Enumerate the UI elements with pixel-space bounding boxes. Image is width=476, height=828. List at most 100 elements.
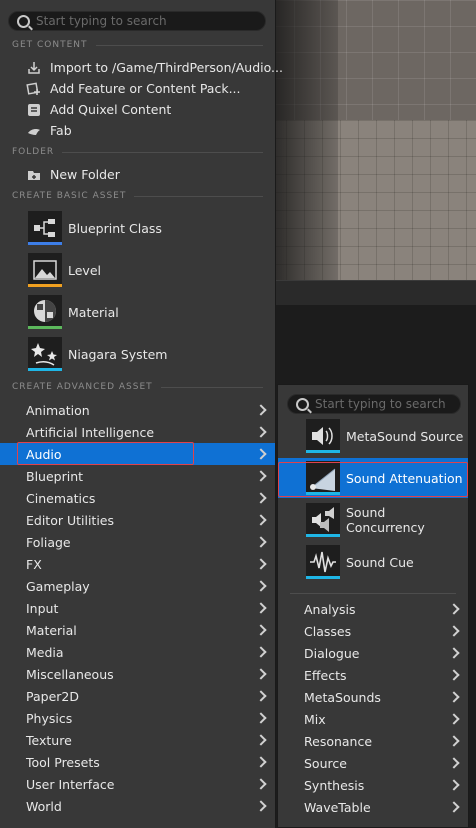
category-label: Analysis [304, 601, 356, 617]
category-tool-presets[interactable]: Tool Presets [0, 751, 275, 773]
search-input[interactable] [36, 14, 246, 28]
chevron-right-icon [255, 514, 267, 526]
submenu-search-box[interactable] [287, 394, 461, 414]
category-animation[interactable]: Animation [0, 399, 275, 421]
sound-cue-item[interactable]: Sound Cue [278, 542, 468, 582]
category-label: World [26, 798, 62, 814]
material-icon [28, 295, 62, 329]
category-input[interactable]: Input [0, 597, 275, 619]
import-item[interactable]: Import to /Game/ThirdPerson/Audio... [0, 57, 283, 78]
add-quixel-label: Add Quixel Content [50, 102, 172, 117]
category-paper2d[interactable]: Paper2D [0, 685, 275, 707]
section-folder: FOLDER [12, 145, 263, 159]
category-label: Synthesis [304, 777, 365, 793]
sound-attenuation-item[interactable]: Sound Attenuation [278, 458, 468, 498]
chevron-right-icon [255, 734, 267, 746]
level-item[interactable]: Level [0, 250, 275, 290]
fab-item[interactable]: Fab [0, 120, 275, 141]
import-label: Import to /Game/ThirdPerson/Audio... [50, 60, 283, 75]
category-label: Classes [304, 623, 352, 639]
viewport-toolbar [268, 280, 476, 306]
category-world[interactable]: World [0, 795, 275, 817]
chevron-right-icon [255, 646, 267, 658]
chevron-right-icon [448, 669, 460, 681]
category-user-interface[interactable]: User Interface [0, 773, 275, 795]
category-media[interactable]: Media [0, 641, 275, 663]
category-label: FX [26, 556, 42, 572]
chevron-right-icon [255, 624, 267, 636]
new-folder-label: New Folder [50, 167, 120, 182]
chevron-right-icon [255, 602, 267, 614]
category-audio[interactable]: Audio [0, 443, 275, 465]
submenu-category-wavetable[interactable]: WaveTable [278, 796, 468, 818]
category-foliage[interactable]: Foliage [0, 531, 275, 553]
submenu-category-effects[interactable]: Effects [278, 664, 468, 686]
add-feature-label: Add Feature or Content Pack... [50, 81, 241, 96]
blueprint-class-item[interactable]: Blueprint Class [0, 208, 275, 248]
category-artificial-intelligence[interactable]: Artificial Intelligence [0, 421, 275, 443]
category-label: Editor Utilities [26, 512, 115, 528]
category-gameplay[interactable]: Gameplay [0, 575, 275, 597]
submenu-divider [290, 593, 456, 594]
chevron-right-icon [255, 448, 267, 460]
sound-concurrency-icon [306, 503, 340, 537]
chevron-right-icon [255, 778, 267, 790]
category-label: Paper2D [26, 688, 79, 704]
chevron-right-icon [448, 647, 460, 659]
blueprint-class-label: Blueprint Class [68, 220, 162, 236]
add-content-menu: GET CONTENT Import to /Game/ThirdPerson/… [0, 0, 283, 828]
search-icon [17, 14, 30, 28]
category-label: Source [304, 755, 347, 771]
chevron-right-icon [255, 492, 267, 504]
audio-submenu: MetaSound Source Sound Attenuation Sound… [277, 384, 469, 828]
chevron-right-icon [255, 470, 267, 482]
submenu-category-classes[interactable]: Classes [278, 620, 468, 642]
category-physics[interactable]: Physics [0, 707, 275, 729]
category-label: Miscellaneous [26, 666, 114, 682]
material-item[interactable]: Material [0, 292, 275, 332]
metasound-source-item[interactable]: MetaSound Source [278, 416, 468, 456]
blueprint-class-icon [28, 211, 62, 245]
add-quixel-item[interactable]: Add Quixel Content [0, 99, 275, 120]
category-label: Resonance [304, 733, 373, 749]
chevron-right-icon [255, 712, 267, 724]
submenu-search-input[interactable] [315, 397, 445, 411]
category-label: Mix [304, 711, 326, 727]
submenu-category-metasounds[interactable]: MetaSounds [278, 686, 468, 708]
category-label: Blueprint [26, 468, 84, 484]
category-editor-utilities[interactable]: Editor Utilities [0, 509, 275, 531]
sound-concurrency-label: Sound Concurrency [346, 505, 425, 535]
category-miscellaneous[interactable]: Miscellaneous [0, 663, 275, 685]
level-label: Level [68, 262, 101, 278]
niagara-system-item[interactable]: Niagara System [0, 334, 275, 374]
category-label: Dialogue [304, 645, 360, 661]
chevron-right-icon [255, 558, 267, 570]
submenu-category-synthesis[interactable]: Synthesis [278, 774, 468, 796]
submenu-category-analysis[interactable]: Analysis [278, 598, 468, 620]
add-feature-item[interactable]: Add Feature or Content Pack... [0, 78, 275, 99]
section-create-basic: CREATE BASIC ASSET [12, 189, 263, 203]
chevron-right-icon [255, 800, 267, 812]
category-label: User Interface [26, 776, 115, 792]
category-label: WaveTable [304, 799, 371, 815]
category-cinematics[interactable]: Cinematics [0, 487, 275, 509]
submenu-category-dialogue[interactable]: Dialogue [278, 642, 468, 664]
category-label: Tool Presets [26, 754, 100, 770]
category-texture[interactable]: Texture [0, 729, 275, 751]
section-label: CREATE BASIC ASSET [12, 191, 127, 201]
search-box[interactable] [8, 11, 266, 31]
sound-attenuation-icon [306, 461, 340, 495]
category-fx[interactable]: FX [0, 553, 275, 575]
submenu-category-source[interactable]: Source [278, 752, 468, 774]
chevron-right-icon [255, 536, 267, 548]
submenu-category-resonance[interactable]: Resonance [278, 730, 468, 752]
category-label: Animation [26, 402, 90, 418]
new-folder-item[interactable]: New Folder [0, 164, 275, 185]
category-label: Gameplay [26, 578, 90, 594]
category-label: Media [26, 644, 64, 660]
sound-concurrency-item[interactable]: Sound Concurrency [278, 500, 468, 540]
category-blueprint[interactable]: Blueprint [0, 465, 275, 487]
chevron-right-icon [448, 779, 460, 791]
category-material[interactable]: Material [0, 619, 275, 641]
submenu-category-mix[interactable]: Mix [278, 708, 468, 730]
